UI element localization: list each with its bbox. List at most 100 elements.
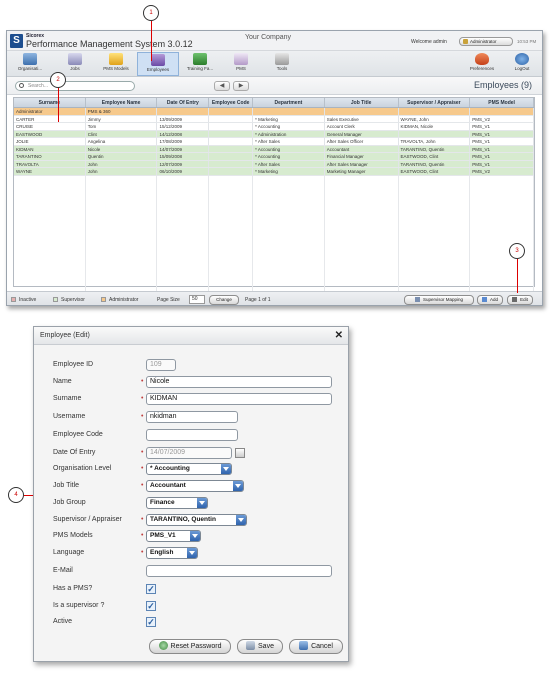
field-label: Language bbox=[53, 549, 85, 556]
field-label: Organisation Level bbox=[53, 465, 112, 472]
table-row[interactable]: CRUISE Tom 15/12/2009 * Accounting Account C… bbox=[14, 123, 534, 131]
column-header[interactable]: Employee Name bbox=[86, 98, 158, 107]
calendar-icon[interactable] bbox=[235, 448, 245, 458]
table-cell: JOLIE bbox=[14, 138, 86, 145]
table-cell: Nicole bbox=[86, 145, 158, 152]
supervisor-select[interactable]: TARANTINO, Quentin bbox=[146, 514, 247, 526]
has-pms-checkbox[interactable]: ✓ bbox=[146, 584, 156, 594]
column-header[interactable]: Job Title bbox=[325, 98, 399, 107]
table-row[interactable]: EASTWOOD Clint 14/12/2008 * Administration G… bbox=[14, 130, 534, 138]
column-header[interactable]: Surname bbox=[14, 98, 86, 107]
column-header[interactable]: Date Of Entry bbox=[157, 98, 210, 107]
field-is-supervisor: Is a supervisor ? ✓ bbox=[34, 600, 350, 614]
table-header: Surname Employee Name Date Of Entry Empl… bbox=[14, 98, 534, 108]
surname-field[interactable]: KIDMAN bbox=[146, 393, 332, 405]
previous-page-button[interactable]: ◀ bbox=[214, 81, 230, 91]
table-cell bbox=[209, 168, 254, 175]
user-role-icon bbox=[463, 39, 468, 44]
column-header[interactable]: Employee Code bbox=[209, 98, 254, 107]
email-field[interactable] bbox=[146, 565, 332, 577]
table-row[interactable]: TRAVOLTA John 12/07/2009 * After Sales After… bbox=[14, 160, 534, 168]
table-cell: * Marketing bbox=[253, 115, 325, 122]
table-cell: EASTWOOD bbox=[14, 130, 86, 137]
select-value: English bbox=[150, 549, 174, 556]
table-cell: TARANTINO bbox=[14, 153, 86, 160]
role-button[interactable]: Administrator bbox=[459, 37, 513, 46]
table-cell bbox=[157, 108, 210, 115]
required-marker: • bbox=[141, 532, 144, 539]
employee-edit-dialog: Employee (Edit) ✕ Employee ID 109 Name •… bbox=[33, 326, 349, 662]
select-value: * Accounting bbox=[150, 465, 190, 472]
pms-models-select[interactable]: PMS_V1 bbox=[146, 530, 201, 542]
toolbar-tools[interactable]: Tools bbox=[261, 52, 303, 76]
table-cell: Account Clerk bbox=[325, 123, 399, 130]
mapping-icon bbox=[414, 297, 420, 302]
add-icon bbox=[481, 297, 487, 302]
table-row[interactable]: CARTER Jimmy 13/09/2009 * Marketing Sales Ex… bbox=[14, 115, 534, 123]
table-row[interactable]: TARANTINO Quentin 15/09/2008 * Accounting Fi… bbox=[14, 153, 534, 161]
toolbar-training[interactable]: Training Fa... bbox=[179, 52, 221, 76]
supervisor-swatch bbox=[53, 297, 58, 302]
add-button[interactable]: Add bbox=[477, 295, 503, 305]
required-marker: • bbox=[141, 378, 144, 385]
toolbar-label: PMS bbox=[236, 66, 246, 71]
table-cell bbox=[325, 108, 399, 115]
toolbar-logout[interactable]: LogOut bbox=[501, 52, 542, 76]
table-row[interactable]: WAYNE John 06/10/2009 * Marketing Marketing … bbox=[14, 168, 534, 176]
button-label: Cancel bbox=[311, 643, 333, 650]
field-label: Has a PMS? bbox=[53, 585, 93, 592]
organisation-level-select[interactable]: * Accounting bbox=[146, 463, 232, 475]
toolbar-employees[interactable]: Employees bbox=[137, 52, 179, 76]
column-header[interactable]: Department bbox=[253, 98, 325, 107]
toolbar-label: Tools bbox=[276, 66, 288, 71]
field-date-of-entry: Date Of Entry • 14/07/2009 bbox=[34, 447, 350, 461]
dialog-title: Employee (Edit) bbox=[40, 332, 90, 339]
toolbar-pms[interactable]: PMS bbox=[220, 52, 262, 76]
change-button[interactable]: Change bbox=[209, 295, 239, 305]
column-header[interactable]: PMS Model bbox=[470, 98, 534, 107]
date-of-entry-field[interactable]: 14/07/2009 bbox=[146, 447, 232, 459]
supervisor-mapping-button[interactable]: Supervisor Mapping bbox=[404, 295, 474, 305]
table-cell bbox=[253, 108, 325, 115]
field-label: Username bbox=[53, 413, 86, 420]
table-cell bbox=[470, 108, 534, 115]
table-cell bbox=[209, 153, 254, 160]
table-cell: * Accounting bbox=[253, 145, 325, 152]
table-row[interactable]: Administrator PMS & 360 bbox=[14, 108, 534, 116]
save-button[interactable]: Save bbox=[237, 639, 283, 654]
edit-pencil-icon bbox=[512, 297, 518, 302]
dialog-header: Employee (Edit) ✕ bbox=[34, 327, 348, 345]
table-cell: After Sales Officer bbox=[325, 138, 399, 145]
field-employee-id: Employee ID 109 bbox=[34, 359, 350, 373]
is-supervisor-checkbox[interactable]: ✓ bbox=[146, 601, 156, 611]
table-cell: Jimmy bbox=[86, 115, 158, 122]
reset-password-button[interactable]: Reset Password bbox=[149, 639, 231, 654]
table-cell: PMS_V1 bbox=[470, 160, 534, 167]
job-group-select[interactable]: Finance bbox=[146, 497, 208, 509]
toolbar-organisation[interactable]: Organisati... bbox=[9, 52, 51, 76]
active-checkbox[interactable]: ✓ bbox=[146, 617, 156, 627]
name-field[interactable]: Nicole bbox=[146, 376, 332, 388]
job-title-select[interactable]: Accountant bbox=[146, 480, 244, 492]
tools-icon bbox=[275, 53, 289, 65]
column-header[interactable]: Supervisor / Appraiser bbox=[399, 98, 471, 107]
toolbar-preferences[interactable]: Preferences bbox=[461, 52, 503, 76]
field-label: Supervisor / Appraiser bbox=[53, 516, 122, 523]
page-size-input[interactable]: 50 bbox=[189, 295, 205, 304]
cancel-button[interactable]: Cancel bbox=[289, 639, 343, 654]
next-page-button[interactable]: ▶ bbox=[233, 81, 249, 91]
language-select[interactable]: English bbox=[146, 547, 198, 559]
logout-power-icon bbox=[515, 53, 529, 65]
field-employee-code: Employee Code bbox=[34, 429, 350, 443]
username-field[interactable]: nkidman bbox=[146, 411, 238, 423]
search-input[interactable]: Search... bbox=[15, 81, 135, 91]
toolbar-pms-models[interactable]: PMS Models bbox=[95, 52, 137, 76]
table-cell: John bbox=[86, 168, 158, 175]
close-icon[interactable]: ✕ bbox=[335, 327, 343, 345]
employees-icon bbox=[151, 54, 165, 66]
table-cell: Marketing Manager bbox=[325, 168, 399, 175]
edit-button[interactable]: Edit bbox=[507, 295, 533, 305]
table-row[interactable]: JOLIE Angelina 17/08/2009 * After Sales Afte… bbox=[14, 138, 534, 146]
employee-code-field[interactable] bbox=[146, 429, 238, 441]
table-row[interactable]: KIDMAN Nicole 14/07/2009 * Accounting Accoun… bbox=[14, 145, 534, 153]
